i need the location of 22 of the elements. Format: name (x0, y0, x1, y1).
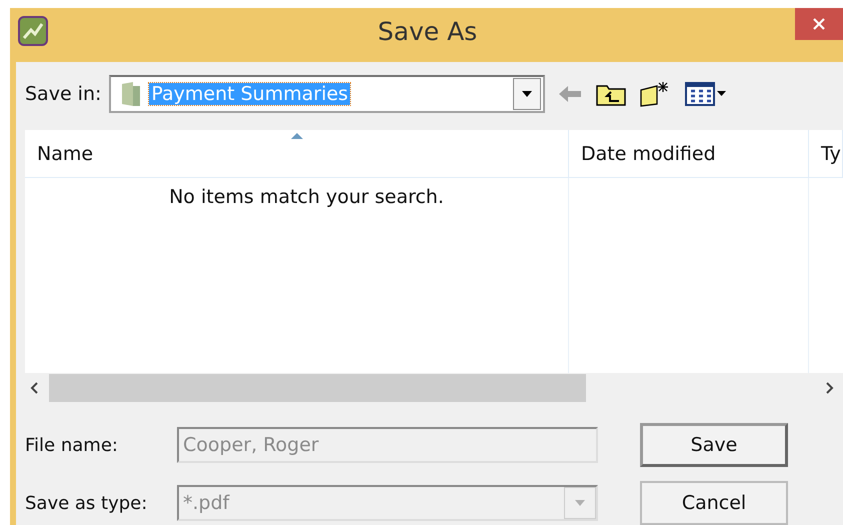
sort-arrow-icon (290, 133, 302, 139)
empty-message: No items match your search. (168, 185, 445, 208)
scrollbar-thumb[interactable] (49, 374, 586, 402)
save-button[interactable]: Save (640, 423, 788, 467)
save-in-value: Payment Summaries (149, 83, 350, 105)
file-name-label: File name: (25, 434, 119, 456)
cancel-button[interactable]: Cancel (640, 481, 788, 525)
caret-icon (522, 91, 532, 97)
save-as-type-label: Save as type: (25, 492, 148, 514)
scroll-left-icon[interactable] (29, 381, 39, 395)
column-header[interactable]: Date modified (569, 130, 809, 177)
view-menu-icon[interactable] (685, 81, 728, 107)
app-icon (18, 16, 48, 46)
caret-icon (575, 500, 585, 506)
close-button[interactable] (795, 8, 843, 40)
scroll-right-icon[interactable] (825, 381, 835, 395)
save-in-label: Save in: (25, 83, 102, 105)
window-title: Save As (376, 16, 478, 46)
column-header[interactable]: Ty (809, 130, 843, 177)
dropdown-button[interactable] (513, 78, 542, 110)
close-icon (812, 17, 826, 31)
column-header[interactable]: Name (25, 130, 569, 177)
